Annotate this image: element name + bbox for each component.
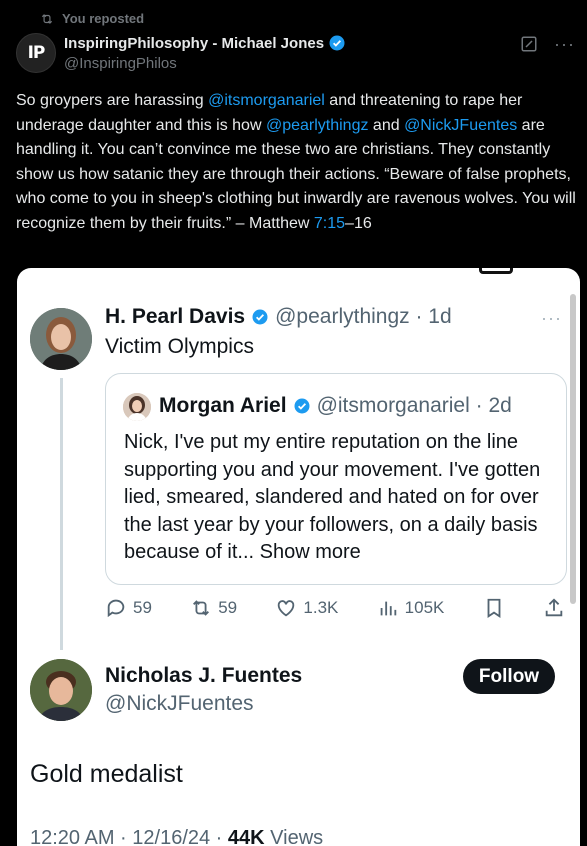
share-icon <box>545 598 563 617</box>
quote-handle-time: @itsmorganariel · 2d <box>316 394 512 417</box>
repost-count: 59 <box>218 598 238 617</box>
show-more-link: Show more <box>259 541 361 563</box>
mention-itsmorganariel[interactable]: @itsmorganariel <box>208 92 325 109</box>
scrollbar <box>570 294 576 604</box>
like-count: 1.3K <box>303 598 339 617</box>
repost-label: You reposted <box>62 11 145 26</box>
post-text-segment: and <box>368 116 405 134</box>
pearl-handle-time: @pearlythingz · 1d <box>275 305 452 328</box>
follow-button: Follow <box>463 659 555 694</box>
repost-icon <box>193 600 210 616</box>
author-handle[interactable]: @InspiringPhilos <box>64 55 346 72</box>
share-action <box>543 597 565 619</box>
reply-count: 59 <box>133 598 152 617</box>
verse-link[interactable]: 7:15 <box>314 215 345 232</box>
heart-icon <box>278 600 295 617</box>
pearl-text: Victim Olympics <box>105 335 254 358</box>
pearl-name: H. Pearl Davis <box>105 305 246 328</box>
more-options-icon[interactable]: ··· <box>554 35 575 53</box>
bookmark-icon <box>487 598 501 618</box>
nick-handle: @NickJFuentes <box>105 692 254 715</box>
reply-icon <box>107 599 125 618</box>
post-text-segment: –16 <box>345 214 372 232</box>
quote-text: Nick, I've put my entire reputation on t… <box>124 429 554 567</box>
mention-nickjfuentes[interactable]: @NickJFuentes <box>404 117 517 134</box>
post-author[interactable]: InspiringPhilosophy - Michael Jones @Ins… <box>64 34 346 72</box>
like-action: 1.3K <box>275 597 338 619</box>
author-avatar[interactable]: IP <box>16 33 56 73</box>
quoted-post: Morgan Ariel @itsmorganariel · 2d Nick, … <box>105 373 567 585</box>
nick-avatar <box>30 659 92 721</box>
verified-badge-icon <box>252 309 268 325</box>
quote-avatar <box>123 393 151 421</box>
phone-notch <box>479 268 513 274</box>
verified-badge-icon <box>294 398 310 414</box>
verified-badge-icon <box>329 35 345 51</box>
repost-indicator: You reposted <box>40 11 144 26</box>
quote-name: Morgan Ariel <box>159 394 287 417</box>
repost-action: 59 <box>190 597 237 619</box>
repost-icon <box>41 13 53 24</box>
views-icon <box>380 601 396 616</box>
pearl-avatar <box>30 308 92 370</box>
reply-action: 59 <box>105 597 152 619</box>
post-text-segment: So groypers are harassing <box>16 92 209 109</box>
author-name[interactable]: InspiringPhilosophy - Michael Jones <box>64 35 324 52</box>
post-meta: 12:20 AM · 12/16/24 · 44K Views <box>30 827 323 846</box>
views-count: 105K <box>404 598 445 617</box>
action-bar: 59 59 1.3K 105K <box>105 597 565 619</box>
mention-pearlythingz[interactable]: @pearlythingz <box>266 117 369 134</box>
timestamp: 12:20 AM · 12/16/24 · <box>30 827 228 846</box>
post-text: So groypers are harassing @itsmorganarie… <box>16 89 576 236</box>
embedded-more-icon: ··· <box>541 308 562 328</box>
views-action: 105K <box>377 597 445 619</box>
bookmark-action <box>483 597 505 619</box>
thread-line <box>60 378 63 650</box>
embedded-screenshot[interactable]: H. Pearl Davis @pearlythingz · 1d ··· Vi… <box>17 268 580 846</box>
nick-text: Gold medalist <box>30 760 183 788</box>
views-label: Views <box>270 827 324 846</box>
grok-icon[interactable] <box>520 35 538 53</box>
avatar-initials: IP <box>27 43 46 63</box>
nick-name: Nicholas J. Fuentes <box>105 664 303 687</box>
views-total: 44K <box>227 827 265 846</box>
